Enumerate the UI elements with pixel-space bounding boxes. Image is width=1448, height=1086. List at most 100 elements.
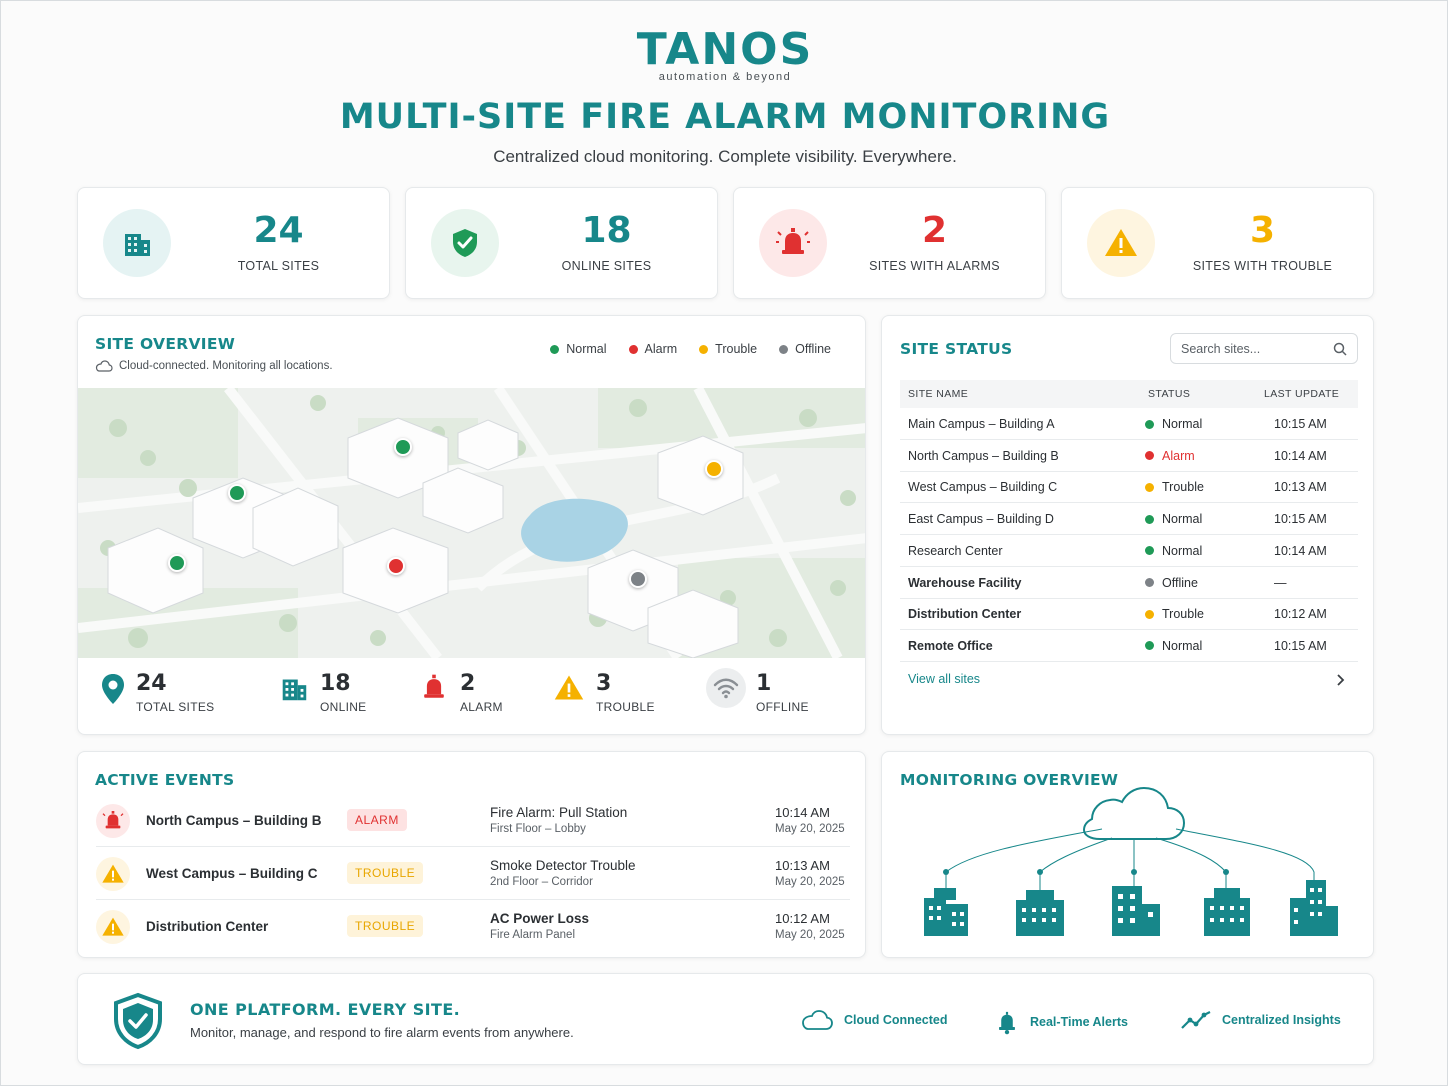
col-site-name: SITE NAME xyxy=(908,388,969,400)
trend-line-icon xyxy=(1181,1011,1211,1029)
dashboard-page: TANOS automation & beyond MULTI-SITE FIR… xyxy=(0,0,1448,1086)
brand-logo: TANOS automation & beyond xyxy=(1,24,1448,84)
chevron-right-icon[interactable] xyxy=(1336,673,1346,687)
campus-map-illustration xyxy=(78,388,865,658)
kpi-card-sites-with-trouble[interactable]: 3 SITES WITH TROUBLE xyxy=(1061,187,1374,299)
stat-value: 1 xyxy=(756,671,772,696)
event-site: West Campus – Building C xyxy=(146,866,318,881)
last-update-cell: 10:15 AM xyxy=(1274,512,1327,527)
kpi-card-sites-with-alarms[interactable]: 2 SITES WITH ALARMS xyxy=(733,187,1046,299)
event-date: May 20, 2025 xyxy=(775,929,845,941)
last-update-cell: 10:13 AM xyxy=(1274,480,1327,495)
status-dot xyxy=(1145,482,1154,492)
building-icon xyxy=(1016,890,1064,936)
table-row[interactable]: North Campus – Building B Alarm 10:14 AM xyxy=(900,440,1358,472)
feature-cloud-connected: Cloud Connected xyxy=(800,1009,947,1031)
legend-label: Trouble xyxy=(715,342,758,356)
stat-value: 18 xyxy=(320,671,351,696)
event-location: First Floor – Lobby xyxy=(490,823,586,835)
event-row[interactable]: Distribution Center TROUBLE AC Power Los… xyxy=(96,900,850,953)
site-map[interactable] xyxy=(78,388,865,658)
last-update-cell: 10:14 AM xyxy=(1274,543,1327,558)
footer-banner: ONE PLATFORM. EVERY SITE. Monitor, manag… xyxy=(77,973,1374,1065)
search-icon[interactable] xyxy=(1333,342,1347,356)
shield-check-icon xyxy=(114,992,162,1050)
site-name-cell: Research Center xyxy=(908,543,1003,558)
status-cell: Normal xyxy=(1145,639,1202,653)
site-pin-normal[interactable] xyxy=(168,554,186,572)
warning-icon xyxy=(96,857,130,891)
status-cell: Offline xyxy=(1145,576,1198,590)
status-dot xyxy=(1145,419,1154,429)
site-pin-offline[interactable] xyxy=(629,570,647,588)
table-row[interactable]: Distribution Center Trouble 10:12 AM xyxy=(900,598,1358,631)
event-site: Distribution Center xyxy=(146,919,269,934)
stat-total-sites: 24 TOTAL SITES xyxy=(100,672,214,714)
site-pin-trouble[interactable] xyxy=(705,460,723,478)
kpi-label: SITES WITH TROUBLE xyxy=(1192,259,1333,273)
alarm-bell-icon xyxy=(96,804,130,838)
logo-tagline: automation & beyond xyxy=(658,71,792,83)
kpi-value: 18 xyxy=(581,210,632,251)
status-cell: Normal xyxy=(1145,512,1202,526)
site-pin-alarm[interactable] xyxy=(387,557,405,575)
building-icon xyxy=(103,209,171,277)
building-icon xyxy=(1204,888,1250,936)
kpi-card-online-sites[interactable]: 18 ONLINE SITES xyxy=(405,187,718,299)
event-location: 2nd Floor – Corridor xyxy=(490,876,593,888)
table-row[interactable]: Main Campus – Building A Normal 10:15 AM xyxy=(900,408,1358,440)
event-time: 10:13 AM xyxy=(775,858,830,873)
legend-item-trouble: Trouble xyxy=(699,342,757,356)
bell-icon xyxy=(999,1011,1015,1035)
stat-label: TOTAL SITES xyxy=(136,700,215,714)
site-overview-subtitle-row: Cloud-connected. Monitoring all location… xyxy=(95,360,333,372)
legend-item-normal: Normal xyxy=(550,342,607,356)
table-header: SITE NAME STATUS LAST UPDATE xyxy=(900,380,1358,408)
site-overview-title: SITE OVERVIEW xyxy=(95,335,236,353)
alarm-bell-icon xyxy=(759,209,827,277)
table-row[interactable]: Remote Office Normal 10:15 AM xyxy=(900,630,1358,662)
active-events-panel: ACTIVE EVENTS North Campus – Building B … xyxy=(77,751,866,958)
legend-dot xyxy=(779,344,789,354)
status-cell: Alarm xyxy=(1145,449,1195,463)
view-all-sites-link[interactable]: View all sites xyxy=(908,672,980,686)
event-row[interactable]: West Campus – Building C TROUBLE Smoke D… xyxy=(96,847,850,900)
status-label: Normal xyxy=(1162,638,1203,653)
kpi-label: ONLINE SITES xyxy=(561,259,652,273)
last-update-cell: — xyxy=(1274,575,1287,590)
table-row[interactable]: East Campus – Building D Normal 10:15 AM xyxy=(900,503,1358,536)
legend-item-alarm: Alarm xyxy=(628,342,678,356)
legend-label: Alarm xyxy=(644,342,678,356)
table-row[interactable]: Warehouse Facility Offline — xyxy=(900,567,1358,599)
footer-title: ONE PLATFORM. EVERY SITE. xyxy=(190,1000,461,1019)
feature-label: Cloud Connected xyxy=(844,1013,948,1027)
event-row[interactable]: North Campus – Building B ALARM Fire Ala… xyxy=(96,794,850,847)
status-label: Normal xyxy=(1162,417,1203,431)
table-row[interactable]: Research Center Normal 10:14 AM xyxy=(900,535,1358,567)
feature-label: Centralized Insights xyxy=(1222,1013,1341,1027)
site-status-title: SITE STATUS xyxy=(900,340,1013,358)
site-name-cell: Distribution Center xyxy=(908,607,1022,622)
site-pin-normal[interactable] xyxy=(394,438,412,456)
site-status-panel: SITE STATUS Search sites... SITE NAME ST… xyxy=(881,315,1374,735)
search-sites-input[interactable]: Search sites... xyxy=(1170,333,1358,364)
logo-wordmark: TANOS xyxy=(636,24,814,75)
last-update-cell: 10:15 AM xyxy=(1274,417,1327,431)
event-time: 10:12 AM xyxy=(775,911,830,926)
legend-item-offline: Offline xyxy=(779,342,831,356)
last-update-cell: 10:12 AM xyxy=(1274,607,1327,622)
legend-dot xyxy=(628,344,638,354)
monitoring-overview-panel: MONITORING OVERVIEW xyxy=(881,751,1374,958)
feature-label: Real-Time Alerts xyxy=(1030,1015,1128,1029)
cloud-icon xyxy=(802,1010,833,1030)
status-cell: Normal xyxy=(1145,544,1202,558)
building-icon xyxy=(282,679,307,701)
event-date: May 20, 2025 xyxy=(775,823,845,835)
footer-subtitle: Monitor, manage, and respond to fire ala… xyxy=(190,1025,574,1040)
event-time: 10:14 AM xyxy=(775,805,830,820)
site-pin-normal[interactable] xyxy=(228,484,246,502)
table-row[interactable]: West Campus – Building C Trouble 10:13 AM xyxy=(900,471,1358,504)
kpi-card-total-sites[interactable]: 24 TOTAL SITES xyxy=(77,187,390,299)
status-dot xyxy=(1145,451,1154,461)
stat-offline: 1 OFFLINE xyxy=(706,668,809,714)
